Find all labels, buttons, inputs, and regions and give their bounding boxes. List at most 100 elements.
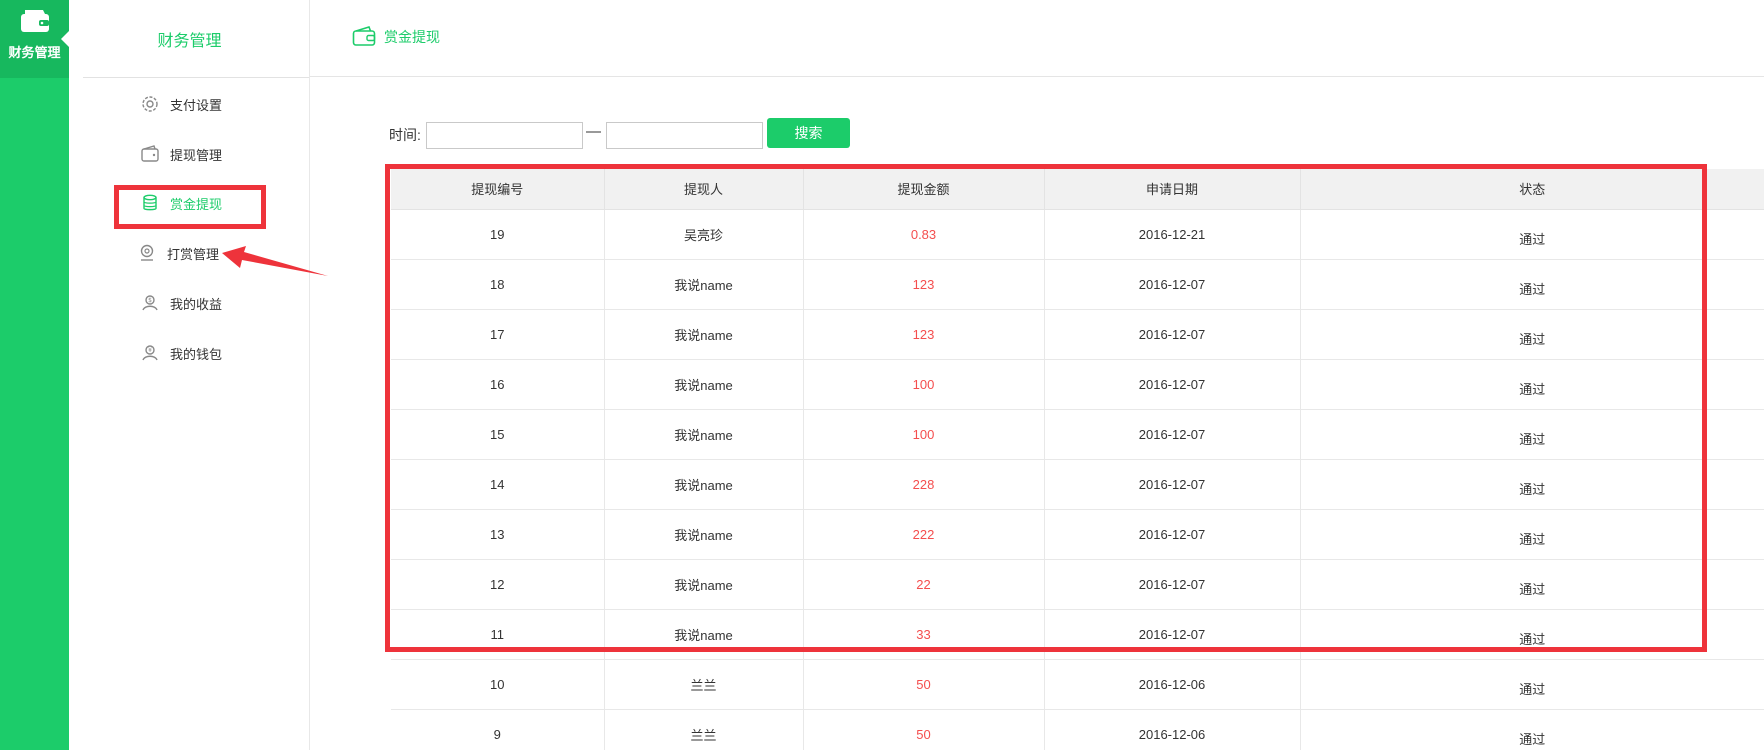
cell-person: 我说name [604,259,804,310]
table-row: 12 我说name 22 2016-12-07 通过 [391,559,1764,610]
cell-person: 我说name [604,309,804,360]
submenu-divider [83,77,309,78]
cell-date: 2016-12-21 [1044,209,1301,260]
left-rail: 财务管理 [0,0,69,750]
cell-person: 我说name [604,559,804,610]
cell-id: 13 [391,509,605,560]
rail-active-notch [61,31,69,47]
sidebar-item-label: 提现管理 [170,147,223,163]
cell-date: 2016-12-07 [1044,259,1301,310]
cell-id: 9 [391,709,605,750]
cell-person: 我说name [604,459,804,510]
cell-id: 12 [391,559,605,610]
column-header-status: 状态 [1300,169,1764,210]
page-header: 赏金提现 [310,0,1764,77]
purse-icon: ¥ [142,345,158,361]
sidebar-item-label: 赏金提现 [170,196,223,212]
cell-person: 我说name [604,509,804,560]
table-row: 17 我说name 123 2016-12-07 通过 [391,309,1764,360]
cell-id: 14 [391,459,605,510]
cell-date: 2016-12-07 [1044,409,1301,460]
sidebar-item-reward-management[interactable]: 打赏管理 [137,243,219,263]
withdraw-table: 提现编号 提现人 提现金额 申请日期 状态 19 吴亮珍 0.83 2016-1… [391,169,1764,750]
cell-person: 吴亮珍 [604,209,804,260]
coins-icon [143,194,157,211]
cell-status: 通过 [1300,559,1764,610]
table-row: 13 我说name 222 2016-12-07 通过 [391,509,1764,560]
sidebar-item-label: 打赏管理 [167,246,220,262]
date-range-separator: — [586,123,601,140]
cell-id: 19 [391,209,605,260]
cell-date: 2016-12-06 [1044,709,1301,750]
cell-amount: 50 [803,709,1045,750]
cell-person: 兰兰 [604,659,804,710]
table-row: 11 我说name 33 2016-12-07 通过 [391,609,1764,660]
sidebar-item-label: 我的收益 [170,296,223,312]
gear-icon [142,96,158,112]
start-date-input[interactable] [426,122,583,149]
table-header-row: 提现编号 提现人 提现金额 申请日期 状态 [391,169,1764,210]
cell-id: 15 [391,409,605,460]
table-row: 19 吴亮珍 0.83 2016-12-21 通过 [391,209,1764,260]
cell-amount: 123 [803,309,1045,360]
search-button[interactable]: 搜索 [767,118,850,148]
table-row: 10 兰兰 50 2016-12-06 通过 [391,659,1764,710]
cell-status: 通过 [1300,209,1764,260]
cell-date: 2016-12-06 [1044,659,1301,710]
table-row: 16 我说name 100 2016-12-07 通过 [391,359,1764,410]
date-filter-label: 时间: [389,127,421,143]
column-header-id: 提现编号 [391,169,605,210]
table-row: 15 我说name 100 2016-12-07 通过 [391,409,1764,460]
cell-status: 通过 [1300,359,1764,410]
cell-amount: 50 [803,659,1045,710]
sidebar-item-label: 支付设置 [170,97,223,113]
cell-date: 2016-12-07 [1044,309,1301,360]
svg-text:$: $ [148,297,152,304]
income-icon: $ [142,295,158,311]
cell-amount: 100 [803,409,1045,460]
cell-date: 2016-12-07 [1044,359,1301,410]
sidebar-item-my-income[interactable]: $ 我的收益 [140,293,222,313]
wallet-icon [141,145,159,162]
cell-person: 我说name [604,609,804,660]
cell-amount: 22 [803,559,1045,610]
cell-id: 16 [391,359,605,410]
submenu-panel: 财务管理 支付设置 提现管理 赏金提现 打赏管理 $ 我的收益 ¥ 我的钱包 [69,0,310,750]
svg-text:¥: ¥ [148,347,152,354]
cell-amount: 100 [803,359,1045,410]
wallet-icon [352,26,376,46]
end-date-input[interactable] [606,122,763,149]
cell-person: 我说name [604,409,804,460]
cell-status: 通过 [1300,659,1764,710]
sidebar-item-bounty-withdraw[interactable]: 赏金提现 [140,193,222,213]
column-header-date: 申请日期 [1044,169,1301,210]
cell-date: 2016-12-07 [1044,559,1301,610]
wallet-icon [20,10,49,32]
table-row: 14 我说name 228 2016-12-07 通过 [391,459,1764,510]
cell-amount: 228 [803,459,1045,510]
cell-amount: 222 [803,509,1045,560]
cell-amount: 123 [803,259,1045,310]
cell-person: 兰兰 [604,709,804,750]
cell-status: 通过 [1300,309,1764,360]
cell-id: 18 [391,259,605,310]
cell-id: 17 [391,309,605,360]
reward-icon [140,244,154,261]
cell-status: 通过 [1300,709,1764,750]
cell-date: 2016-12-07 [1044,609,1301,660]
table-row: 9 兰兰 50 2016-12-06 通过 [391,709,1764,750]
cell-status: 通过 [1300,259,1764,310]
submenu-title: 财务管理 [157,33,222,50]
sidebar-item-label: 我的钱包 [170,346,223,362]
rail-item-finance[interactable]: 财务管理 [0,0,69,78]
column-header-person: 提现人 [604,169,804,210]
cell-status: 通过 [1300,409,1764,460]
cell-date: 2016-12-07 [1044,509,1301,560]
cell-status: 通过 [1300,609,1764,660]
cell-id: 10 [391,659,605,710]
cell-status: 通过 [1300,459,1764,510]
sidebar-item-withdraw-management[interactable]: 提现管理 [140,144,222,164]
cell-date: 2016-12-07 [1044,459,1301,510]
sidebar-item-my-wallet[interactable]: ¥ 我的钱包 [140,343,222,363]
sidebar-item-payment-settings[interactable]: 支付设置 [140,94,222,114]
